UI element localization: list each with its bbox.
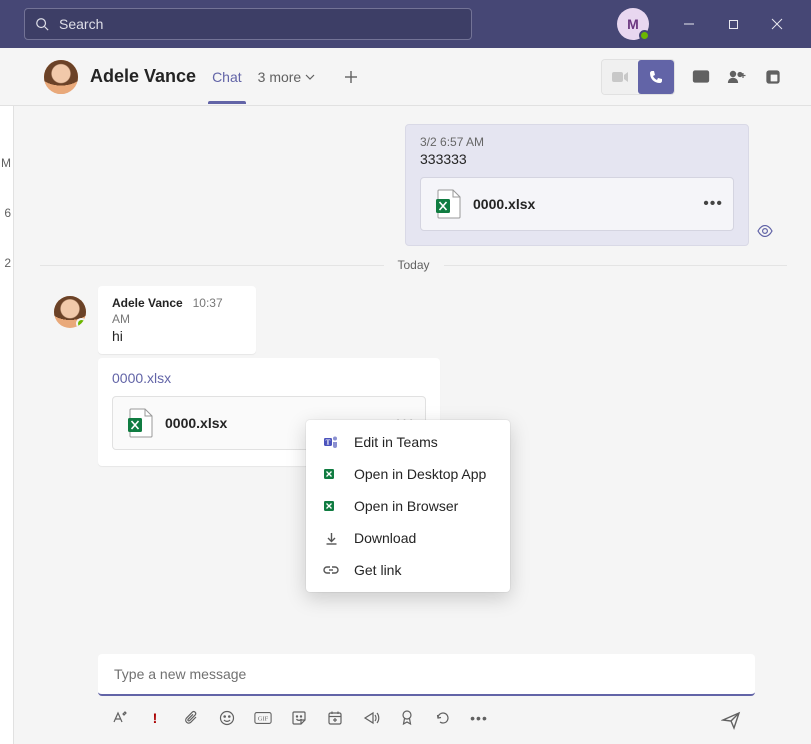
- search-icon: [35, 17, 49, 31]
- menu-open-desktop[interactable]: Open in Desktop App: [306, 458, 510, 490]
- gif-button[interactable]: GIF: [254, 709, 272, 727]
- important-button[interactable]: !: [146, 709, 164, 727]
- read-receipt-icon: [757, 224, 773, 240]
- approvals-button[interactable]: [434, 709, 452, 727]
- attachment-more-button[interactable]: •••: [703, 178, 723, 230]
- presence-available-icon: [76, 318, 86, 328]
- message-text: 333333: [420, 151, 734, 167]
- share-screen-button[interactable]: [683, 60, 719, 94]
- received-message[interactable]: Adele Vance 10:37 AM hi: [98, 286, 256, 354]
- popout-button[interactable]: [755, 60, 791, 94]
- emoji-button[interactable]: [218, 709, 236, 727]
- add-tab-button[interactable]: [335, 61, 367, 93]
- menu-get-link[interactable]: Get link: [306, 554, 510, 586]
- file-context-menu: T Edit in Teams Open in Desktop App Open…: [306, 420, 510, 592]
- more-actions-button[interactable]: •••: [470, 709, 488, 727]
- sticker-button[interactable]: [290, 709, 308, 727]
- left-rail-fragment: M 6 2: [0, 106, 14, 744]
- presence-available-icon: [639, 30, 650, 41]
- stream-button[interactable]: [362, 709, 380, 727]
- video-call-button: [602, 60, 638, 94]
- chat-header: Adele Vance Chat 3 more: [0, 48, 811, 106]
- tab-chat[interactable]: Chat: [208, 51, 246, 103]
- minimize-button[interactable]: [667, 0, 711, 48]
- link-icon: [322, 561, 340, 579]
- send-button[interactable]: [719, 708, 743, 732]
- search-input[interactable]: [57, 15, 461, 33]
- menu-edit-in-teams[interactable]: T Edit in Teams: [306, 426, 510, 458]
- menu-label: Open in Browser: [354, 498, 458, 514]
- message-timestamp: 3/2 6:57 AM: [420, 135, 734, 149]
- titlebar: M: [0, 0, 811, 48]
- chevron-down-icon: [305, 72, 315, 82]
- excel-file-icon: [127, 408, 153, 438]
- download-icon: [322, 529, 340, 547]
- search-box[interactable]: [24, 8, 472, 40]
- contact-name: Adele Vance: [90, 66, 196, 87]
- schedule-meeting-button[interactable]: [326, 709, 344, 727]
- menu-label: Download: [354, 530, 416, 546]
- audio-call-button[interactable]: [638, 60, 674, 94]
- add-people-button[interactable]: [719, 60, 755, 94]
- chat-pane: M 6 2 3/2 6:57 AM 333333 0000.xlsx ••• T…: [0, 106, 811, 744]
- menu-download[interactable]: Download: [306, 522, 510, 554]
- menu-label: Get link: [354, 562, 401, 578]
- sent-message[interactable]: 3/2 6:57 AM 333333 0000.xlsx •••: [405, 124, 749, 246]
- excel-icon: [322, 497, 340, 515]
- praise-button[interactable]: [398, 709, 416, 727]
- attachment-card[interactable]: 0000.xlsx •••: [420, 177, 734, 231]
- attachment-link[interactable]: 0000.xlsx: [112, 370, 426, 386]
- attachment-filename: 0000.xlsx: [473, 196, 535, 212]
- profile-avatar[interactable]: M: [617, 8, 649, 40]
- compose-box[interactable]: [98, 654, 755, 696]
- profile-initial: M: [627, 16, 639, 32]
- svg-text:T: T: [326, 439, 331, 447]
- excel-icon: [322, 465, 340, 483]
- svg-text:GIF: GIF: [258, 716, 269, 723]
- menu-open-browser[interactable]: Open in Browser: [306, 490, 510, 522]
- format-button[interactable]: [110, 709, 128, 727]
- more-tabs-dropdown[interactable]: 3 more: [258, 69, 316, 85]
- compose-input[interactable]: [112, 665, 741, 683]
- teams-icon: T: [322, 433, 340, 451]
- window-controls: [667, 0, 799, 48]
- close-button[interactable]: [755, 0, 799, 48]
- sender-avatar[interactable]: [54, 296, 86, 328]
- sender-name: Adele Vance: [112, 296, 183, 310]
- contact-avatar[interactable]: [44, 60, 78, 94]
- more-tabs-label: 3 more: [258, 69, 302, 85]
- menu-label: Open in Desktop App: [354, 466, 486, 482]
- day-divider: Today: [40, 258, 787, 272]
- menu-label: Edit in Teams: [354, 434, 438, 450]
- attachment-filename: 0000.xlsx: [165, 415, 227, 431]
- maximize-button[interactable]: [711, 0, 755, 48]
- excel-file-icon: [435, 189, 461, 219]
- attach-button[interactable]: [182, 709, 200, 727]
- compose-toolbar: ! GIF •••: [110, 704, 755, 732]
- message-text: hi: [112, 328, 242, 344]
